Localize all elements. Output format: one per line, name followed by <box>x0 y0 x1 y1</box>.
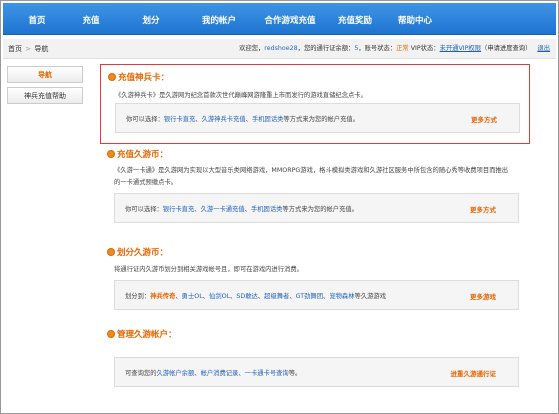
account-status: 欢迎您，redshoe28，您的通行证余额：5，账号状态：正常 VIP状态：未开… <box>239 39 550 59</box>
more-games-link[interactable]: 更多游戏 <box>470 291 496 301</box>
section-jiuyou-coin: 充值久游币： 《久游一卡通》是久游网为实现以大型音乐类网络游戏，MMORPG游戏… <box>100 145 530 235</box>
sidebar-item-shenbing-help[interactable]: 神兵充值帮助 <box>7 87 83 104</box>
username: redshoe28 <box>264 45 298 52</box>
nav-recharge[interactable]: 充值 <box>69 3 113 35</box>
link-bank-card[interactable]: 银行卡直充 <box>163 206 194 213</box>
enter-passport-link[interactable]: 进重久游通行证 <box>451 368 497 378</box>
link-game-shenbing[interactable]: 神兵传奇 <box>150 293 175 300</box>
link-mobile-phone[interactable]: 手机固话类 <box>252 116 283 123</box>
option-text: 划分到：神兵传奇、勇士OL、仙剑OL、SD敢达、超级舞者、GT劲舞团、宠物森林等… <box>125 293 386 300</box>
option-box: 你可以选择：银行卡直充、久游一卡通充值、手机固话类等方式来为您的帐户充值。 更多… <box>114 193 519 223</box>
link-yikatong[interactable]: 久游一卡通充值 <box>201 206 245 213</box>
nav-help-center[interactable]: 帮助中心 <box>387 3 443 35</box>
link-mobile-phone[interactable]: 手机固话类 <box>251 206 282 213</box>
section-transfer-coin: 划分久游币： 将通行证内久游币划分到相关游戏帐号且，即可在游戏内进行消费。 划分… <box>100 243 530 318</box>
vip-state-link[interactable]: 未开通VIP权限 <box>440 45 481 52</box>
logout-link[interactable]: 退出 <box>537 45 550 52</box>
more-methods-link[interactable]: 更多方式 <box>470 204 496 214</box>
more-methods-link[interactable]: 更多方式 <box>471 114 497 124</box>
bullet-icon <box>107 330 115 338</box>
option-text: 你可以选择：银行卡直充、久游一卡通充值、手机固话类等方式来为您的帐户充值。 <box>125 206 358 213</box>
breadcrumb: 首页 > 导航 <box>8 39 48 59</box>
link-consumption-record[interactable]: 帐户消费记录 <box>201 370 239 377</box>
link-shenbing-card[interactable]: 久游神兵卡充值 <box>202 116 246 123</box>
link-account-balance[interactable]: 久游帐户余额 <box>156 370 194 377</box>
option-box: 划分到：神兵传奇、勇士OL、仙剑OL、SD敢达、超级舞者、GT劲舞团、宠物森林等… <box>114 280 519 310</box>
section-title: 充值神兵卡： <box>108 71 169 83</box>
top-nav: 首页 充值 划分 我的帐户 合作游戏充值 充值奖励 帮助中心 <box>3 3 556 35</box>
bullet-icon <box>107 150 115 158</box>
account-state-label: ，账号状态： <box>358 45 397 52</box>
sidebar-item-nav[interactable]: 导航 <box>7 66 83 83</box>
section-shenbing-card: 充值神兵卡： 《久游神兵卡》是久游网为纪念首款次世代巅峰网游隆重上市而发行的游戏… <box>100 64 530 144</box>
link-game-pet[interactable]: 宠物森林 <box>329 293 354 300</box>
vip-label: VIP状态： <box>408 45 440 52</box>
breadcrumb-separator: > <box>25 45 32 53</box>
section-description: 将通行证内久游币划分到相关游戏帐号且，即可在游戏内进行消费。 <box>114 266 303 273</box>
section-description: 《久游神兵卡》是久游网为纪念首款次世代巅峰网游隆重上市而发行的游戏直储纪念点卡。 <box>115 92 367 99</box>
bullet-icon <box>107 248 115 256</box>
link-game-xianjian[interactable]: 仙剑OL <box>209 293 230 300</box>
section-title: 管理久游帐户： <box>107 328 177 340</box>
status-bar: 首页 > 导航 欢迎您，redshoe28，您的通行证余额：5，账号状态：正常 … <box>3 39 556 59</box>
link-game-sd[interactable]: SD敢达 <box>236 293 257 300</box>
vip-query-link[interactable]: （申请进度查询） <box>481 45 531 52</box>
welcome-text: 欢迎您， <box>239 45 265 52</box>
nav-partner-recharge[interactable]: 合作游戏充值 <box>255 3 325 35</box>
section-title: 划分久游币： <box>107 246 168 258</box>
option-box: 可查询您的久游帐户余额、帐户消费记录、一卡通卡号查询等。 进重久游通行证 <box>114 357 519 387</box>
balance-label: ，您的通行证余额： <box>297 45 355 52</box>
account-state-value: 正常 <box>396 45 409 52</box>
breadcrumb-home[interactable]: 首页 <box>8 45 22 53</box>
section-description: 《久游一卡通》是久游网为实现以大型音乐类网络游戏，MMORPG游戏，格斗模拟类游… <box>114 167 509 186</box>
link-game-gt[interactable]: GT劲舞团 <box>296 293 323 300</box>
nav-my-account[interactable]: 我的帐户 <box>189 3 249 35</box>
nav-home[interactable]: 首页 <box>17 3 57 35</box>
link-bank-card[interactable]: 银行卡直充 <box>164 116 195 123</box>
link-game-yongshi[interactable]: 勇士OL <box>182 293 203 300</box>
link-game-dancer[interactable]: 超级舞者 <box>264 293 289 300</box>
option-text: 可查询您的久游帐户余额、帐户消费记录、一卡通卡号查询等。 <box>125 370 302 377</box>
link-card-query[interactable]: 一卡通卡号查询 <box>245 370 289 377</box>
option-text: 你可以选择：银行卡直充、久游神兵卡充值、手机固话类等方式来为您的帐户充值。 <box>126 116 359 123</box>
bullet-icon <box>108 73 116 81</box>
nav-transfer[interactable]: 划分 <box>129 3 173 35</box>
section-manage-account: 管理久游帐户： 可查询您的久游帐户余额、帐户消费记录、一卡通卡号查询等。 进重久… <box>100 325 530 405</box>
section-title: 充值久游币： <box>107 148 168 160</box>
option-box: 你可以选择：银行卡直充、久游神兵卡充值、手机固话类等方式来为您的帐户充值。 更多… <box>115 103 520 133</box>
breadcrumb-current: 导航 <box>34 45 49 53</box>
nav-recharge-reward[interactable]: 充值奖励 <box>327 3 383 35</box>
